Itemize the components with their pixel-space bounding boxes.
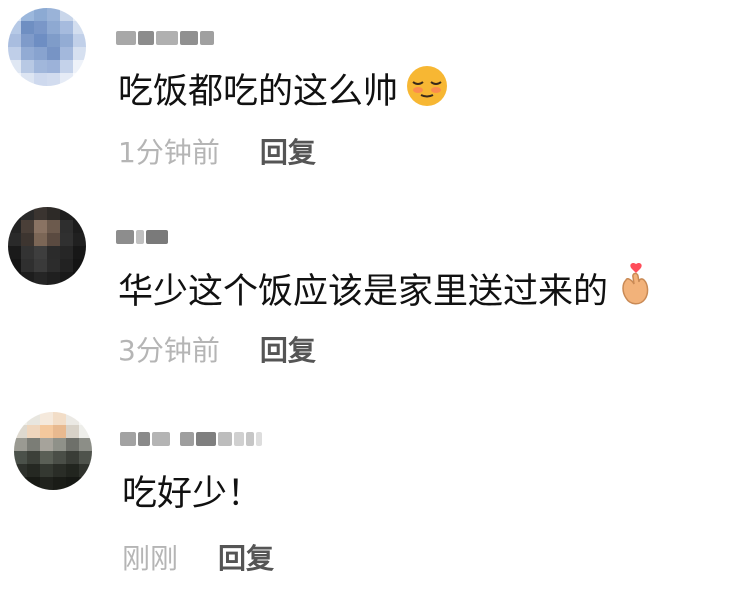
comment-meta: 刚刚 回复 xyxy=(122,542,274,576)
username-masked[interactable] xyxy=(116,226,170,248)
finger-heart-emoji xyxy=(614,262,654,321)
timestamp: 刚刚 xyxy=(122,542,179,575)
reply-button[interactable]: 回复 xyxy=(218,542,274,576)
comment-text: 华少这个饭应该是家里送过来的 xyxy=(118,262,654,321)
comment-item: 吃饭都吃的这么帅 1分钟前 回复 xyxy=(0,0,746,190)
relieved-face-emoji xyxy=(404,64,450,119)
comment-meta: 1分钟前 回复 xyxy=(118,136,316,170)
reply-button[interactable]: 回复 xyxy=(260,136,316,170)
username-masked[interactable] xyxy=(116,27,216,49)
avatar[interactable] xyxy=(14,412,92,490)
avatar[interactable] xyxy=(8,8,86,86)
timestamp: 1分钟前 xyxy=(118,136,220,169)
comment-body: 吃好少！ xyxy=(122,474,263,514)
comment-text: 吃饭都吃的这么帅 xyxy=(118,64,450,119)
reply-button[interactable]: 回复 xyxy=(260,334,316,368)
avatar[interactable] xyxy=(8,207,86,285)
comment-meta: 3分钟前 回复 xyxy=(118,334,316,368)
comment-text: 吃好少！ xyxy=(122,472,262,516)
comment-body: 华少这个饭应该是家里送过来的 xyxy=(118,271,609,312)
comment-body: 吃饭都吃的这么帅 xyxy=(118,71,399,112)
username-masked[interactable] xyxy=(120,428,264,450)
timestamp: 3分钟前 xyxy=(118,334,220,367)
